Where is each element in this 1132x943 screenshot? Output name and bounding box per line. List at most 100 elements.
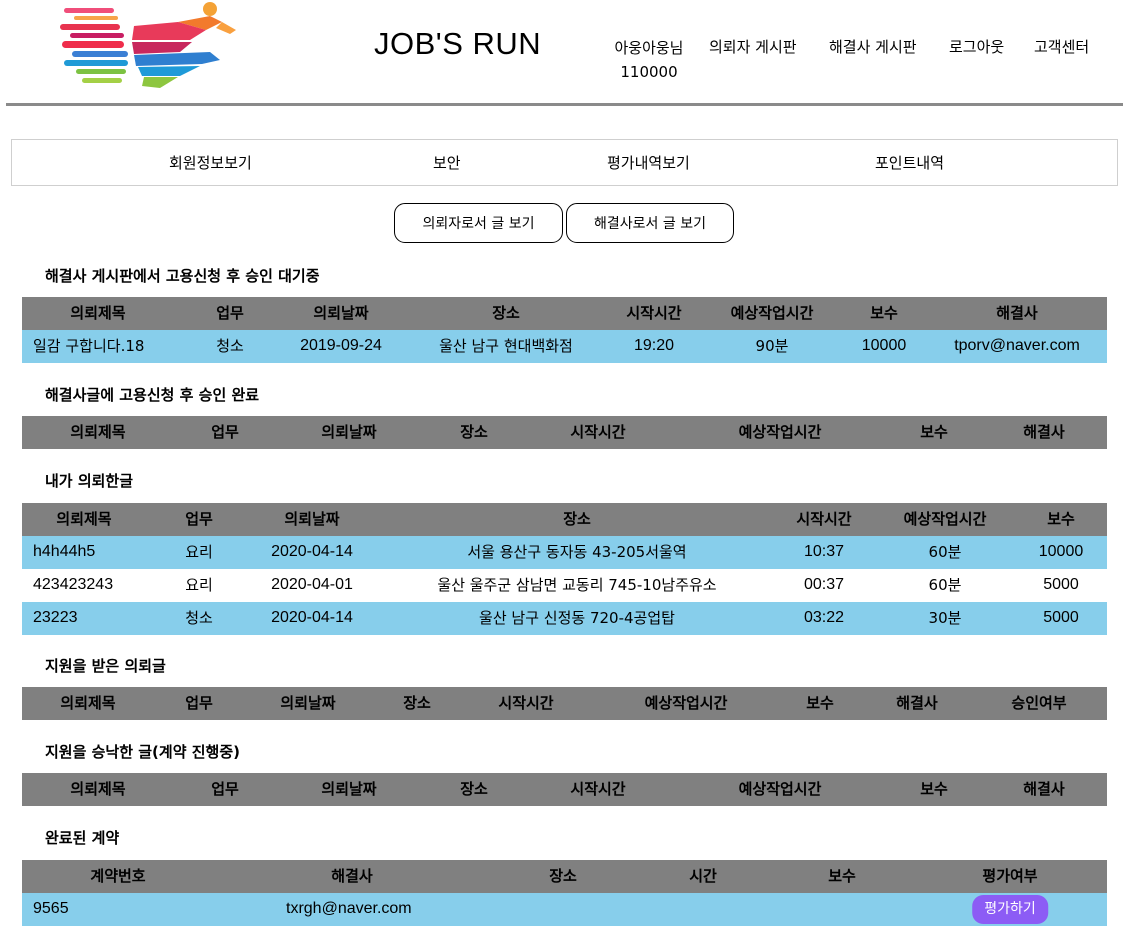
column-header: 의뢰날짜 [321, 423, 377, 441]
cell-pay: 5000 [1043, 609, 1079, 626]
cell-location: 울산 울주군 삼남면 교동리 745-10남주유소 [437, 576, 717, 594]
column-header: 의뢰제목 [70, 304, 126, 322]
subnav-ratings[interactable]: 평가내역보기 [607, 152, 690, 173]
cell-date: 2020-04-01 [271, 576, 353, 593]
table-header: 계약번호 해결사 장소 시간 보수 평가여부 [22, 860, 1107, 893]
table-header: 의뢰제목 업무 의뢰날짜 장소 시작시간 예상작업시간 보수 해결사 [22, 773, 1107, 806]
column-header: 보수 [870, 304, 898, 322]
column-header: 장소 [549, 867, 577, 885]
column-header: 의뢰제목 [70, 780, 126, 798]
cell-location: 울산 남구 현대백화점 [439, 337, 573, 355]
accepted-table: 의뢰제목 업무 의뢰날짜 장소 시작시간 예상작업시간 보수 해결사 [22, 773, 1107, 806]
cell-date: 2020-04-14 [271, 543, 353, 560]
table-row[interactable]: 9565 txrgh@naver.com 평가하기 [22, 893, 1107, 926]
table-header: 의뢰제목 업무 의뢰날짜 장소 시작시간 예상작업시간 보수 [22, 503, 1107, 536]
table-row[interactable]: 23223 청소 2020-04-14 울산 남구 신정동 720-4공업탑 0… [22, 602, 1107, 635]
column-header: 시작시간 [570, 423, 626, 441]
column-header: 평가여부 [982, 867, 1038, 885]
column-header: 시작시간 [796, 510, 852, 528]
cell-start-time: 10:37 [803, 543, 845, 560]
column-header: 예상작업시간 [644, 694, 728, 712]
cell-date: 2020-04-14 [271, 609, 353, 626]
rate-button[interactable]: 평가하기 [972, 895, 1048, 924]
column-header: 보수 [806, 694, 834, 712]
cell-date: 2019-09-24 [300, 337, 382, 354]
nav-logout[interactable]: 로그아웃 [949, 36, 1004, 57]
column-header: 시작시간 [498, 694, 554, 712]
cell-duration: 90분 [755, 337, 789, 355]
column-header: 업무 [216, 304, 244, 322]
cell-start-time: 19:20 [633, 337, 675, 354]
column-header: 예상작업시간 [903, 510, 987, 528]
subnav-member-info[interactable]: 회원정보보기 [169, 152, 252, 173]
column-header: 의뢰제목 [56, 510, 112, 528]
cell-location: 서울 용산구 동자동 43-205서울역 [467, 543, 687, 561]
cell-pay: 5000 [1043, 576, 1079, 593]
column-header: 의뢰제목 [60, 694, 116, 712]
column-header: 시작시간 [626, 304, 682, 322]
column-header: 승인여부 [1011, 694, 1067, 712]
cell-title[interactable]: 23223 [33, 602, 78, 635]
column-header: 해결사 [996, 304, 1038, 322]
cell-pay: 10000 [1038, 543, 1084, 560]
cell-start-time: 00:37 [803, 576, 845, 593]
column-header: 장소 [403, 694, 431, 712]
subnav-points[interactable]: 포인트내역 [875, 152, 944, 173]
cell-title[interactable]: h4h44h5 [33, 536, 95, 569]
column-header: 업무 [185, 510, 213, 528]
column-header: 의뢰날짜 [313, 304, 369, 322]
column-header: 해결사 [331, 867, 373, 885]
user-name: 아웅아웅님 [614, 39, 684, 57]
column-header: 예상작업시간 [738, 423, 822, 441]
column-header: 예상작업시간 [738, 780, 822, 798]
section-title-completed: 완료된 계약 [45, 829, 120, 847]
column-header: 의뢰날짜 [280, 694, 336, 712]
nav-customer-center[interactable]: 고객센터 [1034, 36, 1089, 57]
cell-title[interactable]: 일감 구합니다.18 [33, 330, 144, 363]
table-header: 의뢰제목 업무 의뢰날짜 장소 시작시간 예상작업시간 보수 해결사 승인여부 [22, 687, 1107, 720]
cell-location: 울산 남구 신정동 720-4공업탑 [479, 609, 675, 627]
cell-duration: 30분 [928, 609, 962, 627]
column-header: 장소 [460, 423, 488, 441]
view-as-client-button[interactable]: 의뢰자로서 글 보기 [394, 203, 563, 243]
column-header: 보수 [828, 867, 856, 885]
column-header: 의뢰제목 [70, 423, 126, 441]
my-requests-table: 의뢰제목 업무 의뢰날짜 장소 시작시간 예상작업시간 보수 h4h44h5 요… [22, 503, 1107, 635]
cell-title[interactable]: 423423243 [33, 569, 113, 602]
cell-duration: 60분 [928, 543, 962, 561]
column-header: 예상작업시간 [730, 304, 814, 322]
cell-contract-no: 9565 [33, 900, 69, 917]
cell-solver: tporv@naver.com [954, 337, 1080, 354]
column-header: 해결사 [1023, 423, 1065, 441]
table-header: 의뢰제목 업무 의뢰날짜 장소 시작시간 예상작업시간 보수 해결사 [22, 416, 1107, 449]
runner-logo-icon[interactable] [60, 0, 240, 92]
site-title[interactable]: JOB'S RUN [374, 26, 541, 62]
nav-solver-board[interactable]: 해결사 게시판 [829, 36, 917, 57]
nav-client-board[interactable]: 의뢰자 게시판 [709, 36, 797, 57]
column-header: 장소 [460, 780, 488, 798]
table-row[interactable]: 일감 구합니다.18 청소 2019-09-24 울산 남구 현대백화점 19:… [22, 330, 1107, 363]
column-header: 업무 [211, 423, 239, 441]
view-as-solver-button[interactable]: 해결사로서 글 보기 [566, 203, 734, 243]
column-header: 업무 [211, 780, 239, 798]
cell-solver: txrgh@naver.com [286, 900, 412, 917]
table-row[interactable]: 423423243 요리 2020-04-01 울산 울주군 삼남면 교동리 7… [22, 569, 1107, 602]
pending-table: 의뢰제목 업무 의뢰날짜 장소 시작시간 예상작업시간 보수 해결사 일감 구합… [22, 297, 1107, 363]
subnav-security[interactable]: 보안 [433, 152, 461, 173]
column-header: 장소 [563, 510, 591, 528]
cell-pay: 10000 [861, 337, 907, 354]
column-header: 계약번호 [90, 867, 146, 885]
column-header: 의뢰날짜 [321, 780, 377, 798]
section-title-applied: 지원을 받은 의뢰글 [45, 657, 166, 675]
section-title-accepted: 지원을 승낙한 글(계약 진행중) [45, 743, 240, 761]
section-title-approved: 해결사글에 고용신청 후 승인 완료 [45, 386, 260, 404]
table-row[interactable]: h4h44h5 요리 2020-04-14 서울 용산구 동자동 43-205서… [22, 536, 1107, 569]
user-info: 아웅아웅님 110000 [604, 36, 694, 84]
cell-task: 요리 [185, 576, 213, 594]
user-points: 110000 [620, 63, 678, 81]
table-header: 의뢰제목 업무 의뢰날짜 장소 시작시간 예상작업시간 보수 해결사 [22, 297, 1107, 330]
column-header: 해결사 [896, 694, 938, 712]
cell-duration: 60분 [928, 576, 962, 594]
column-header: 시작시간 [570, 780, 626, 798]
approved-table: 의뢰제목 업무 의뢰날짜 장소 시작시간 예상작업시간 보수 해결사 [22, 416, 1107, 449]
